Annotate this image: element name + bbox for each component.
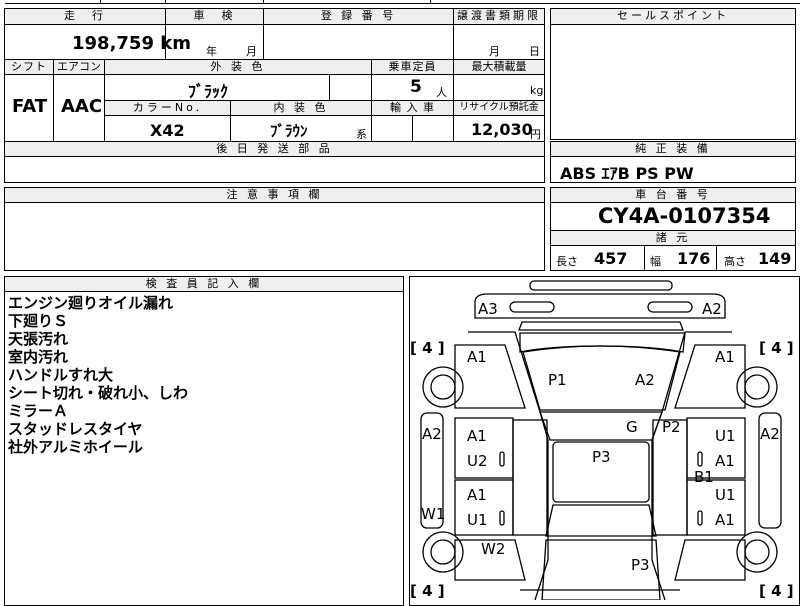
mark-windshield: G [626,418,638,436]
windshield [539,411,663,441]
mark-hood-left: P1 [548,371,567,389]
tire-front-right [736,366,778,408]
tire-label-rear-right: [ 4 ] [759,582,794,600]
mark-right-front-door-b: A1 [715,452,735,470]
mark-left-rocker: W1 [421,505,446,523]
mark-left-rear-door-b: U1 [467,511,488,529]
mark-left-side: A2 [422,425,442,443]
mark-left-rear-door-a: A1 [467,486,487,504]
left-headlight [509,301,555,313]
mark-roof: P3 [592,448,611,466]
rear-window [545,504,657,537]
left-front-fender [454,344,526,409]
left-sill [512,419,548,536]
tire-rear-right-inner [744,539,770,565]
door-handle [697,451,703,467]
mark-trunk: P3 [631,556,650,574]
mark-right-front-fender: A1 [715,348,735,366]
mark-right-front-door-a: U1 [715,427,736,445]
mark-right-rear-door-a: U1 [715,486,736,504]
mark-right-sill: B1 [694,468,714,486]
mark-right-side: A2 [760,425,780,443]
mark-hood-right: A2 [635,371,655,389]
mark-front-left: A3 [478,300,498,318]
car-diagram [420,280,782,600]
mark-front-right: A2 [702,300,722,318]
grille [518,321,684,331]
mark-right-rear-door-b: A1 [715,511,735,529]
tire-label-rear-left: [ 4 ] [410,582,445,600]
mark-left-rear-fender: W2 [481,540,506,558]
tire-front-right-inner [744,374,770,400]
door-handle [697,510,703,526]
tire-rear-left-inner [430,539,456,565]
tire-label-front-right: [ 4 ] [759,339,794,357]
mark-left-front-door-a: A1 [467,427,487,445]
tire-front-left [422,366,464,408]
tire-rear-left [422,531,464,573]
tire-front-left-inner [430,374,456,400]
right-headlight [647,301,693,313]
front-bumper-top [529,280,673,291]
door-handle [499,510,505,526]
tire-label-front-left: [ 4 ] [410,339,445,357]
tire-rear-right [736,531,778,573]
door-handle [499,451,505,467]
hood-panel [522,345,681,411]
right-sill [652,419,688,536]
mark-left-front-fender: A1 [467,348,487,366]
mark-right-pillar: P2 [662,418,681,436]
mark-left-front-door-b: U2 [467,452,488,470]
front-bumper [474,293,726,319]
right-rear-fender [674,539,746,581]
